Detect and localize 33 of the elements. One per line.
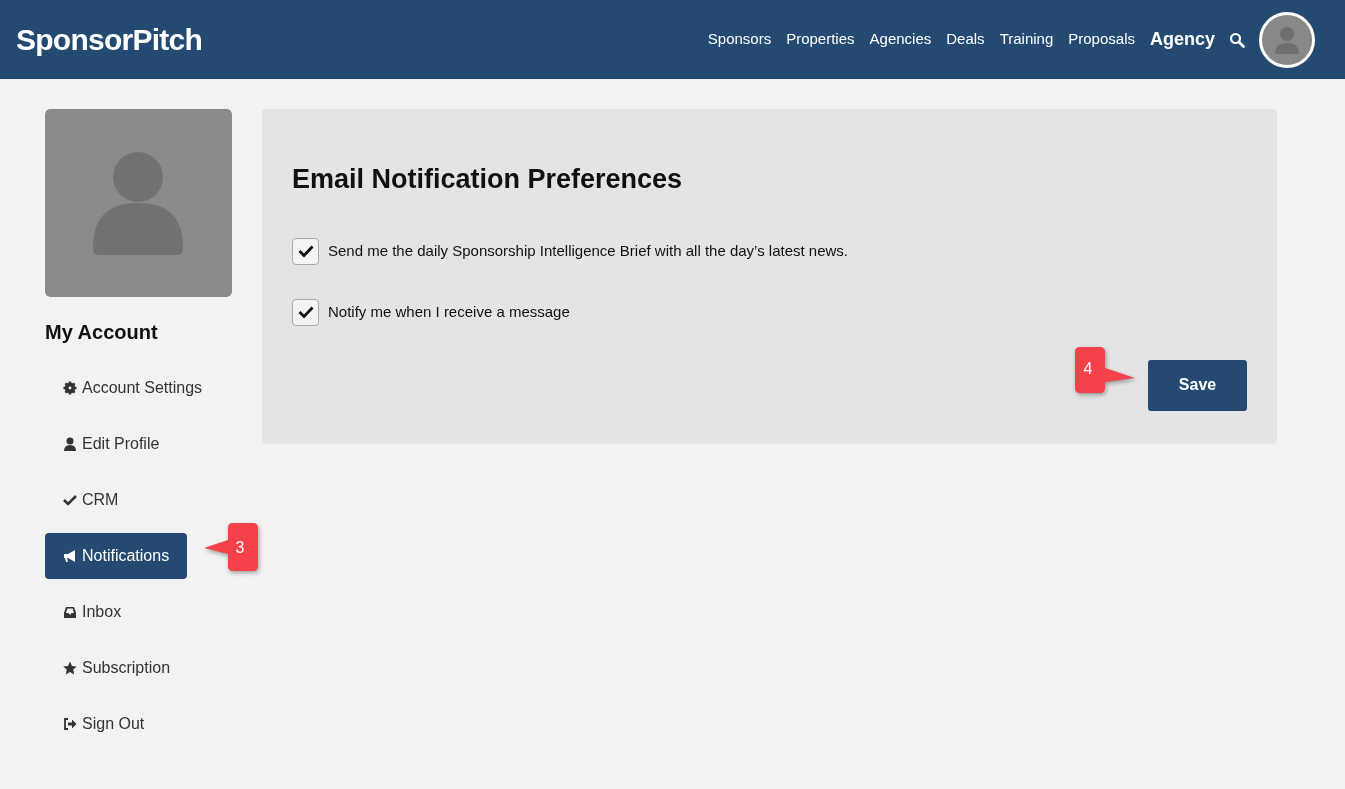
- gear-icon: [63, 381, 77, 395]
- sidebar-item[interactable]: Account Settings: [45, 365, 221, 411]
- person-icon: [63, 437, 77, 451]
- option-label: Send me the daily Sponsorship Intelligence Brief with all the day’s latest news.: [328, 240, 848, 261]
- checkmark-icon: [63, 493, 77, 507]
- nav-link[interactable]: Properties: [786, 28, 855, 51]
- nav-link[interactable]: Proposals: [1068, 28, 1135, 51]
- option-label: Notify me when I receive a message: [328, 301, 570, 322]
- nav-link[interactable]: Training: [999, 28, 1054, 51]
- sidebar-item[interactable]: Inbox: [45, 589, 140, 635]
- sidebar-item[interactable]: Sign Out: [45, 701, 163, 747]
- sidebar-title: My Account: [45, 320, 159, 345]
- star-icon: [63, 661, 77, 675]
- checkmark-icon: [297, 244, 314, 258]
- checkbox[interactable]: [292, 298, 319, 326]
- save-button[interactable]: Save: [1148, 359, 1247, 411]
- avatar[interactable]: [1259, 11, 1315, 68]
- sidebar-item[interactable]: Subscription: [45, 645, 189, 691]
- checkmark-icon: [297, 305, 314, 319]
- sidebar-item[interactable]: CRM: [45, 477, 137, 523]
- sidebar-item[interactable]: Notifications: [45, 533, 188, 579]
- nav-link[interactable]: Deals: [946, 28, 985, 51]
- sidebar-item[interactable]: Edit Profile: [45, 421, 178, 467]
- panel-title: Email Notification Preferences: [292, 163, 684, 196]
- search-icon[interactable]: [1229, 31, 1245, 48]
- inbox-icon: [63, 605, 77, 619]
- logo[interactable]: SponsorPitch: [16, 17, 202, 62]
- nav-link[interactable]: Sponsors: [707, 28, 772, 51]
- nav-link[interactable]: Agencies: [869, 28, 932, 51]
- checkbox[interactable]: [292, 237, 319, 265]
- sign-out-icon: [63, 717, 77, 731]
- account-link[interactable]: Agency: [1149, 26, 1215, 53]
- megaphone-icon: [63, 549, 77, 563]
